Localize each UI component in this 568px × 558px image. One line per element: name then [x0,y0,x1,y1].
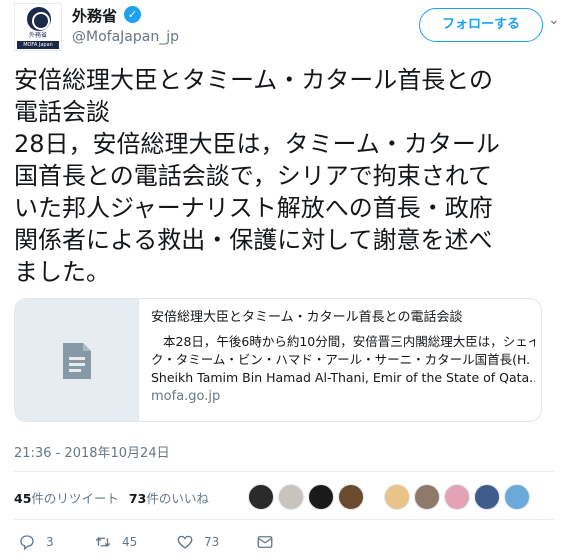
avatar-band-text: MOFA Japan [17,41,59,49]
retweet-icon [95,537,111,547]
liker-avatar[interactable] [414,484,440,510]
envelope-icon [257,536,273,548]
card-description-line: Sheikh Tamim Bin Hamad Al-Thani, Emir of… [151,370,535,385]
tweet-header: 外務省 MOFA Japan 外務省 ✓ @MofaJapan_jp フォローす… [0,0,568,58]
retweets-count: 45 [14,491,32,506]
reply-button[interactable]: 3 [18,529,54,555]
liker-avatar[interactable] [248,484,274,510]
heart-icon [177,535,193,549]
reply-icon [20,535,34,551]
chevron-down-icon[interactable]: ⌄ [548,12,560,28]
tweet-line: 関係者による救出・保護に対して謝意を述べ [14,226,493,254]
tweet-line: 28日，安倍総理大臣は，タミーム・カタール [14,130,500,158]
tweet-line: ました。 [14,258,110,286]
tweet-stats: 45件のリツイート 73件のいいね [14,488,209,507]
likes-label: 件のいいね [146,491,209,506]
like-button[interactable]: 73 [176,529,219,555]
direct-message-button[interactable] [256,529,284,555]
card-body: 安倍総理大臣とタミーム・カタール首長との電話会談 本28日，午後6時から約10分… [151,309,535,404]
likes-stat[interactable]: 73件のいいね [129,491,209,506]
card-description-line: ク・タミーム・ビン・ハマド・アール・サーニ・カタール国首長(H. H. [151,352,535,367]
tweet-actions: 3 45 73 [14,529,554,555]
likes-count: 73 [128,491,147,506]
liker-avatar[interactable] [338,484,364,510]
retweet-count: 45 [122,535,138,549]
tweet-line: 電話会談 [14,98,110,126]
tweet-line: 安倍総理大臣とタミーム・カタール首長との [14,66,494,94]
retweets-stat[interactable]: 45件のリツイート [14,491,119,506]
verified-badge-icon: ✓ [124,6,141,23]
tweet-line: いた邦人ジャーナリスト解放への首長・政府 [14,194,493,222]
tweet-line: 国首長との電話会談で，シリアで拘束されて [14,162,493,190]
document-icon [63,343,91,379]
card-title[interactable]: 安倍総理大臣とタミーム・カタール首長との電話会談 [151,309,535,327]
liker-avatar[interactable] [504,484,530,510]
liker-avatar[interactable] [308,484,334,510]
account-handle[interactable]: @MofaJapan_jp [72,29,179,45]
link-card[interactable]: 安倍総理大臣とタミーム・カタール首長との電話会談 本28日，午後6時から約10分… [14,298,542,422]
mofa-emblem-icon [27,7,51,31]
divider [14,471,554,472]
reply-count: 3 [46,535,54,549]
retweet-button[interactable]: 45 [94,529,137,555]
card-description-line: 本28日，午後6時から約10分間，安倍晋三内閣総理大臣は，シェイ [163,334,535,349]
follow-button[interactable]: フォローする [419,8,543,42]
like-count: 73 [204,535,220,549]
card-domain: mofa.go.jp [151,389,221,404]
avatar-emblem-text: 外務省 [28,32,47,39]
card-thumbnail [15,299,139,421]
account-name[interactable]: 外務省 [72,5,117,26]
retweets-label: 件のリツイート [31,491,119,506]
liker-avatar[interactable] [444,484,470,510]
tweet-text: 安倍総理大臣とタミーム・カタール首長との 電話会談 28日，安倍総理大臣は，タミ… [14,64,562,288]
liker-avatar[interactable] [474,484,500,510]
liker-avatar[interactable] [384,484,410,510]
tweet-timestamp[interactable]: 21:36 - 2018年10月24日 [14,442,170,461]
divider [14,519,554,520]
card-description: 本28日，午後6時から約10分間，安倍晋三内閣総理大臣は，シェイ ク・タミーム・… [151,333,535,387]
avatar[interactable]: 外務省 MOFA Japan [14,3,62,51]
liker-avatar[interactable] [278,484,304,510]
